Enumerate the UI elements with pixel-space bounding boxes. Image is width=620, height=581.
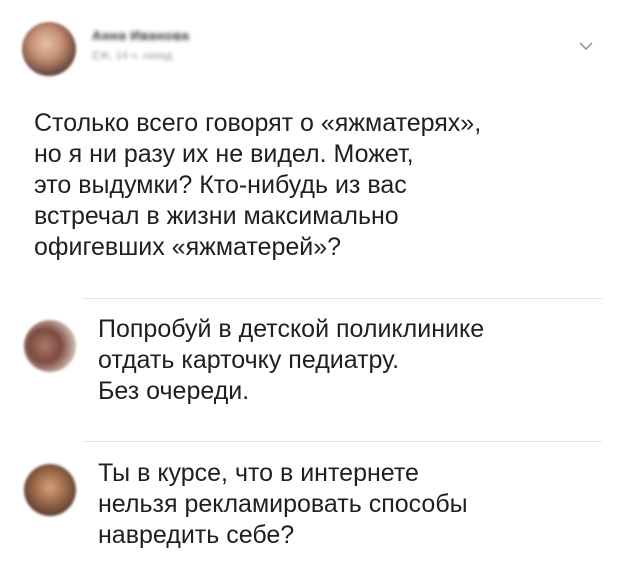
commenter-avatar[interactable] xyxy=(24,320,76,372)
author-avatar[interactable] xyxy=(22,22,76,76)
comment: Попробуй в детской поликлинике отдать ка… xyxy=(22,312,602,432)
divider xyxy=(82,441,602,442)
comment: Ты в курсе, что в интернете нельзя рекла… xyxy=(22,456,602,576)
comment-text: Попробуй в детской поликлинике отдать ка… xyxy=(98,315,485,405)
comment-text: Ты в курсе, что в интернете нельзя рекла… xyxy=(98,459,468,549)
chevron-down-icon[interactable] xyxy=(578,38,594,54)
post-header: Анна Иванова ЕЖ, 14 ч. назад xyxy=(22,18,602,82)
author-name[interactable]: Анна Иванова xyxy=(92,28,189,43)
post-text: Столько всего говорят о «яжматерях», но … xyxy=(34,109,482,261)
divider xyxy=(82,298,602,299)
post-meta: ЕЖ, 14 ч. назад xyxy=(92,50,173,62)
commenter-avatar[interactable] xyxy=(24,464,76,516)
